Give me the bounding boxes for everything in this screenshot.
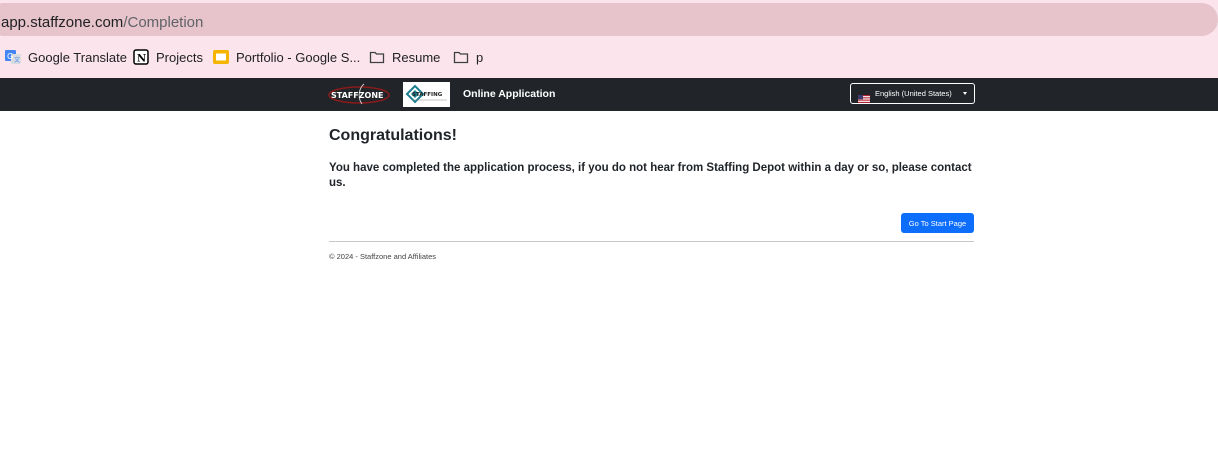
bookmark-label: Projects: [156, 49, 203, 65]
bookmark-google-translate[interactable]: G文 Google Translate: [5, 48, 127, 66]
footer-copyright: © 2024 - Staffzone and Affiliates: [329, 252, 436, 261]
bookmark-label: Google Translate: [28, 49, 128, 65]
svg-text:N: N: [137, 54, 146, 65]
logo-text: STAFFING: [412, 92, 443, 98]
folder-icon: [453, 49, 469, 65]
go-to-start-page-button[interactable]: Go To Start Page: [901, 213, 974, 233]
site-navbar: STAFFZONE STAFFING Online Application En…: [0, 78, 1218, 111]
folder-icon: [369, 49, 385, 65]
bookmark-resume[interactable]: Resume: [369, 48, 440, 66]
bookmarks-bar: G文 Google Translate N Projects Portfolio…: [0, 37, 1218, 78]
url-path: /Completion: [123, 14, 204, 31]
logo-text: STAFFZONE: [331, 91, 383, 100]
bookmark-portfolio[interactable]: Portfolio - Google S...: [213, 48, 360, 66]
bookmark-label: p: [476, 49, 484, 65]
google-slides-icon: [213, 49, 229, 65]
notion-icon: N: [133, 49, 149, 65]
google-translate-icon: G文: [5, 49, 21, 65]
completion-message: You have completed the application proce…: [329, 162, 972, 189]
bookmark-label: Resume: [392, 49, 441, 65]
language-dropdown[interactable]: English (United States): [850, 83, 975, 104]
page-title: Congratulations!: [329, 127, 457, 144]
language-label: English (United States): [875, 89, 952, 98]
url-domain: app.staffzone.com: [1, 14, 124, 31]
nav-title[interactable]: Online Application: [463, 88, 555, 100]
bookmark-p[interactable]: p: [453, 48, 483, 66]
browser-address-bar: app.staffzone.com/Completion: [0, 0, 1218, 37]
bookmark-label: Portfolio - Google S...: [236, 49, 361, 65]
staffzone-logo[interactable]: STAFFZONE: [328, 83, 390, 105]
url-text: app.staffzone.com/Completion: [1, 14, 203, 32]
footer-divider: [329, 241, 974, 242]
url-field[interactable]: app.staffzone.com/Completion: [0, 3, 1218, 36]
svg-text:G: G: [7, 52, 13, 61]
chevron-down-icon: [963, 92, 967, 95]
staffing-depot-logo[interactable]: STAFFING: [403, 82, 450, 107]
bookmark-projects[interactable]: N Projects: [133, 48, 203, 66]
svg-text:文: 文: [14, 56, 20, 64]
us-flag-icon: [858, 90, 870, 103]
